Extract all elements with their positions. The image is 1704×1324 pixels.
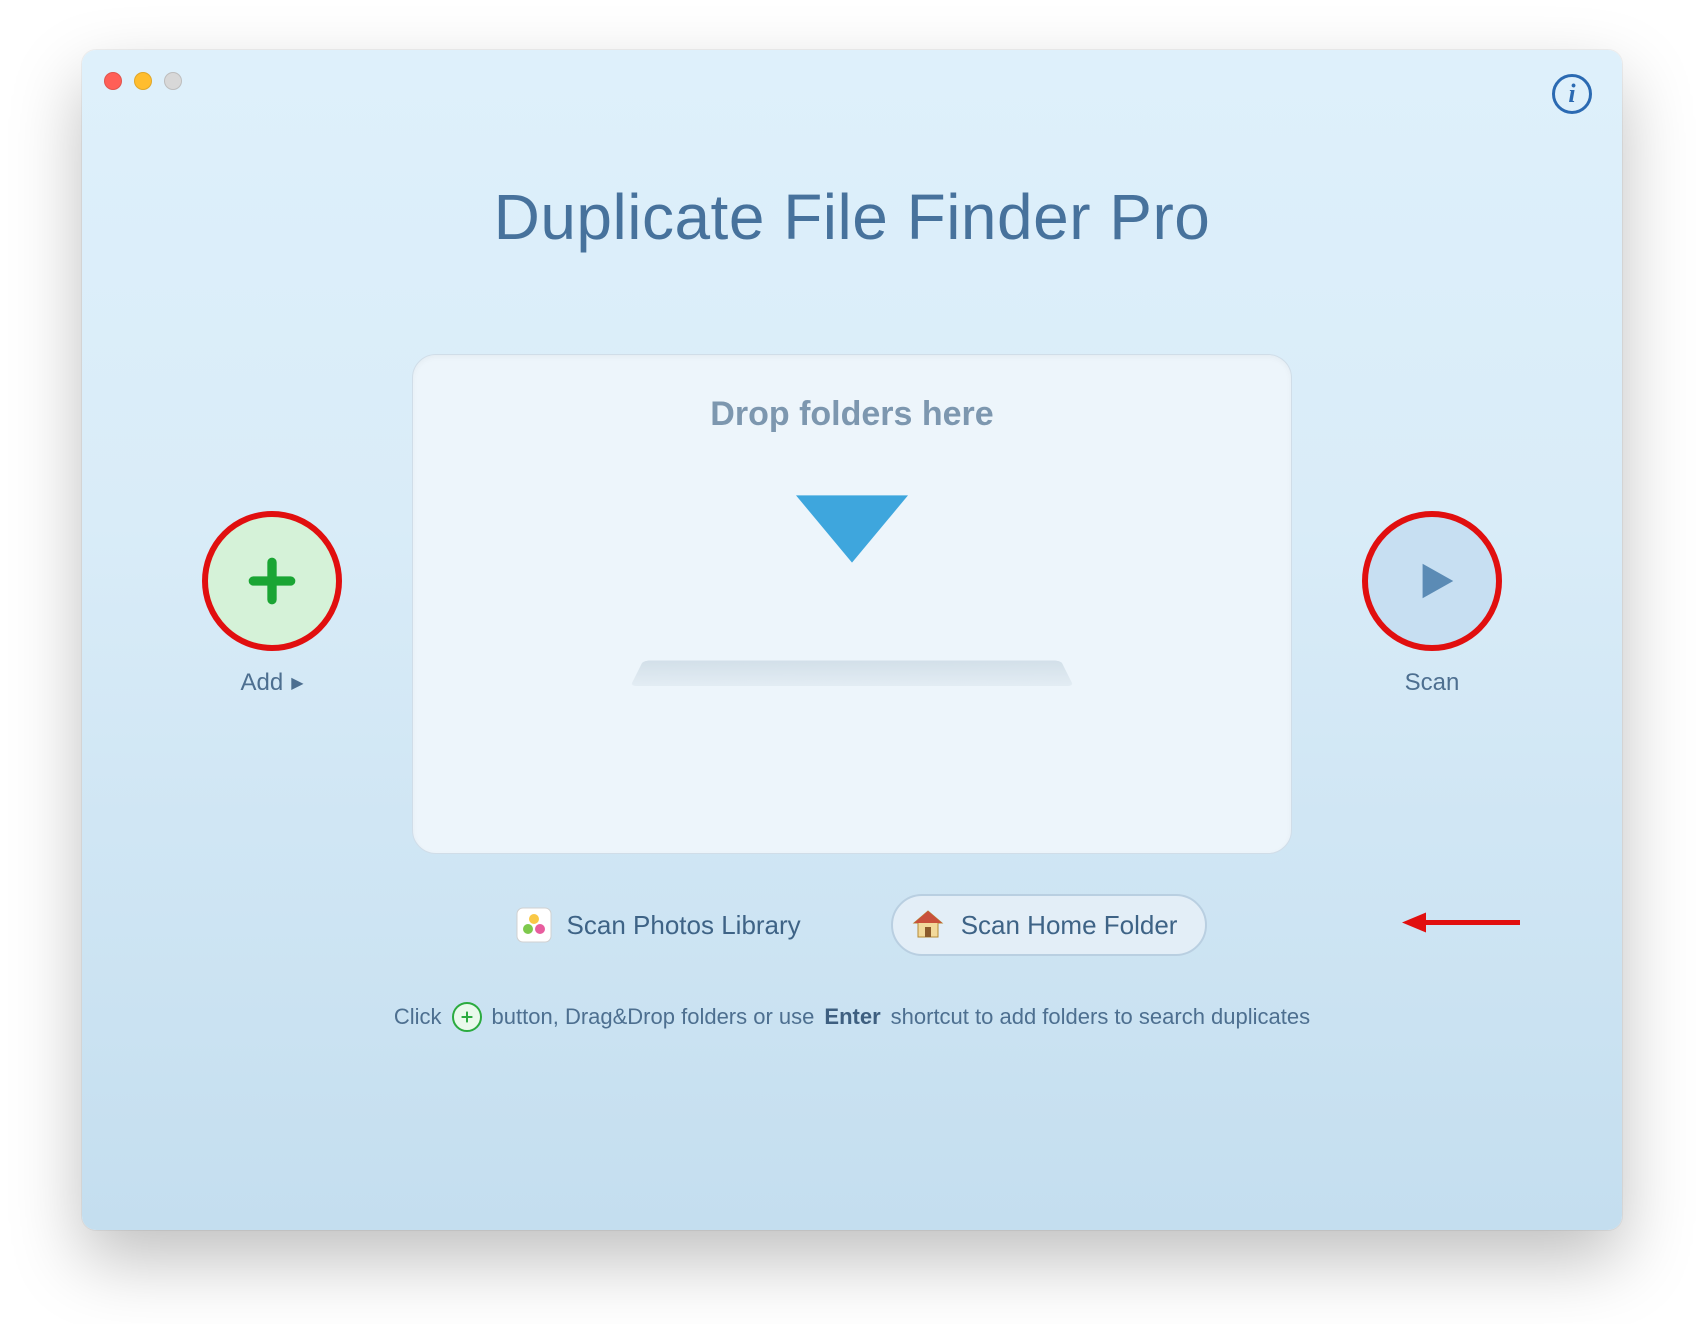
hint-mid: button, Drag&Drop folders or use bbox=[492, 1004, 815, 1030]
add-label-text: Add bbox=[240, 669, 283, 697]
scan-home-folder-button[interactable]: Scan Home Folder bbox=[891, 894, 1208, 956]
hint-key: Enter bbox=[824, 1004, 880, 1030]
info-icon: i bbox=[1568, 79, 1575, 109]
drop-zone-title: Drop folders here bbox=[710, 395, 993, 434]
scan-home-label: Scan Home Folder bbox=[961, 910, 1178, 941]
add-label: Add ▶ bbox=[240, 669, 303, 697]
app-title: Duplicate File Finder Pro bbox=[82, 180, 1622, 254]
hint-post: shortcut to add folders to search duplic… bbox=[891, 1004, 1310, 1030]
mini-plus-icon bbox=[452, 1002, 482, 1032]
scan-button[interactable] bbox=[1362, 511, 1502, 651]
main-content: Add ▶ Drop folders here bbox=[82, 354, 1622, 854]
add-button[interactable] bbox=[202, 511, 342, 651]
scan-photos-library-button[interactable]: Scan Photos Library bbox=[497, 894, 831, 956]
app-window: i Duplicate File Finder Pro Add ▶ Drop f… bbox=[82, 50, 1622, 1230]
scan-label: Scan bbox=[1405, 669, 1460, 697]
play-icon bbox=[1413, 558, 1459, 604]
photos-app-icon bbox=[515, 906, 553, 944]
down-arrow-icon bbox=[782, 484, 922, 579]
shortcut-row: Scan Photos Library Scan Home Folder bbox=[82, 894, 1622, 956]
add-column: Add ▶ bbox=[192, 511, 352, 697]
chevron-right-icon: ▶ bbox=[291, 673, 303, 693]
drop-platform-graphic bbox=[631, 661, 1074, 686]
drop-zone-graphic bbox=[637, 484, 1067, 697]
hint-text: Click button, Drag&Drop folders or use E… bbox=[82, 1002, 1622, 1032]
close-window-button[interactable] bbox=[104, 72, 122, 90]
window-controls bbox=[104, 72, 182, 90]
drop-zone[interactable]: Drop folders here bbox=[412, 354, 1292, 854]
minimize-window-button[interactable] bbox=[134, 72, 152, 90]
info-button[interactable]: i bbox=[1552, 74, 1592, 114]
scan-label-text: Scan bbox=[1405, 669, 1460, 697]
zoom-window-button[interactable] bbox=[164, 72, 182, 90]
plus-icon bbox=[244, 553, 300, 609]
scan-photos-label: Scan Photos Library bbox=[567, 910, 801, 941]
scan-column: Scan bbox=[1352, 511, 1512, 697]
hint-pre: Click bbox=[394, 1004, 442, 1030]
annotation-arrow bbox=[1402, 908, 1522, 943]
home-icon bbox=[909, 906, 947, 944]
